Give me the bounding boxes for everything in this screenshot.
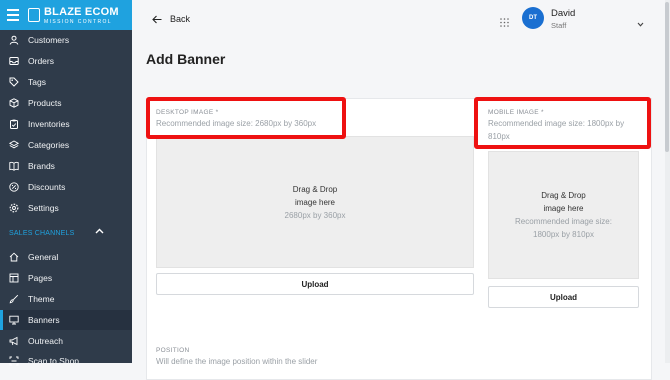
brand-name: BLAZE ECOM — [44, 6, 119, 18]
percent-icon — [9, 182, 19, 192]
sidebar-item-products[interactable]: Products — [0, 93, 132, 113]
dropzone-size-hint: Recommended image size: — [515, 217, 612, 226]
brand-bar: BLAZE ECOM MISSION CONTROL — [0, 0, 132, 30]
layout-icon — [9, 273, 19, 283]
sidebar-item-label: Settings — [28, 203, 59, 213]
sidebar-item-label: Inventories — [28, 119, 70, 129]
hamburger-menu-icon[interactable] — [7, 9, 19, 21]
megaphone-icon — [9, 336, 19, 346]
sidebar-item-inventories[interactable]: Inventories — [0, 114, 132, 134]
sidebar-item-label: Orders — [28, 56, 54, 66]
sidebar-item-outreach[interactable]: Outreach — [0, 331, 132, 351]
brand-tagline: MISSION CONTROL — [44, 19, 112, 25]
dropzone-text: image here — [294, 197, 336, 207]
dropzone-text: image here — [543, 204, 584, 213]
position-hint: Will define the image position within th… — [156, 357, 318, 366]
desktop-image-dropzone[interactable]: Drag & Drop image here 2680px by 360px — [156, 136, 474, 268]
book-icon — [9, 161, 19, 171]
monitor-icon — [9, 315, 19, 325]
sidebar-item-pages[interactable]: Pages — [0, 268, 132, 288]
sidebar-item-label: Tags — [28, 77, 46, 87]
dropzone-text: Drag & Drop — [292, 184, 338, 194]
dropzone-size-hint: 2680px by 360px — [284, 210, 346, 220]
brand-logo[interactable]: BLAZE ECOM MISSION CONTROL — [28, 6, 120, 25]
inbox-icon — [9, 56, 19, 66]
sidebar-item-scan-to-shop[interactable]: Scan to Shop — [0, 351, 132, 371]
sidebar-item-general[interactable]: General — [0, 247, 132, 267]
sidebar-item-banners[interactable]: Banners — [0, 310, 132, 330]
sidebar-item-label: Banners — [28, 315, 60, 325]
sidebar-item-label: Discounts — [28, 182, 66, 192]
sidebar-item-categories[interactable]: Categories — [0, 135, 132, 155]
chevron-down-icon[interactable] — [637, 14, 644, 32]
sidebar-item-label: Pages — [28, 273, 53, 283]
mobile-upload-button[interactable]: Upload — [488, 286, 639, 308]
user-icon — [9, 35, 19, 45]
sidebar-item-customers[interactable]: Customers — [0, 30, 132, 50]
sidebar-item-label: Customers — [28, 35, 70, 45]
layers-icon — [9, 140, 19, 150]
scrollbar-thumb[interactable] — [665, 2, 669, 152]
sidebar-item-label: Products — [28, 98, 62, 108]
sidebar-item-label: Theme — [28, 294, 55, 304]
sidebar-item-theme[interactable]: Theme — [0, 289, 132, 309]
brush-icon — [9, 294, 19, 304]
page-title: Add Banner — [146, 51, 226, 67]
mobile-image-dropzone[interactable]: Drag & Drop image here Recommended image… — [488, 151, 639, 279]
sidebar-item-orders[interactable]: Orders — [0, 51, 132, 71]
logo-mark-icon — [28, 8, 40, 22]
avatar[interactable]: DT — [522, 7, 544, 29]
sidebar-item-settings[interactable]: Settings — [0, 198, 132, 218]
sales-channels-section[interactable]: SALES CHANNELS — [9, 227, 124, 239]
sidebar-item-label: Outreach — [28, 336, 63, 346]
apps-grid-icon[interactable] — [500, 14, 509, 27]
desktop-image-highlight — [146, 97, 346, 139]
sidebar-item-label: Scan to Shop — [28, 356, 80, 366]
section-label: SALES CHANNELS — [9, 229, 75, 237]
desktop-upload-button[interactable]: Upload — [156, 273, 474, 295]
position-label: POSITION — [156, 347, 190, 354]
sidebar-item-brands[interactable]: Brands — [0, 156, 132, 176]
home-icon — [9, 252, 19, 262]
sidebar-item-discounts[interactable]: Discounts — [0, 177, 132, 197]
user-role: Staff — [551, 21, 567, 30]
sidebar: BLAZE ECOM MISSION CONTROL Customers Ord… — [0, 0, 132, 366]
sidebar-item-label: Categories — [28, 140, 70, 150]
mobile-image-highlight — [474, 97, 651, 149]
sidebar-item-label: Brands — [28, 161, 55, 171]
box-icon — [9, 98, 19, 108]
user-name[interactable]: David — [551, 8, 575, 19]
scan-icon — [9, 356, 19, 366]
back-label: Back — [170, 14, 191, 24]
gear-icon — [9, 203, 19, 213]
back-button[interactable]: Back — [152, 12, 190, 26]
dropzone-size-hint: 1800px by 810px — [533, 230, 594, 239]
sidebar-item-tags[interactable]: Tags — [0, 72, 132, 92]
dropzone-text: Drag & Drop — [541, 191, 586, 200]
clipboard-icon — [9, 119, 19, 129]
sidebar-item-label: General — [28, 252, 59, 262]
tag-icon — [9, 77, 19, 87]
arrow-left-icon — [152, 15, 162, 24]
chevron-up-icon[interactable] — [95, 228, 104, 236]
